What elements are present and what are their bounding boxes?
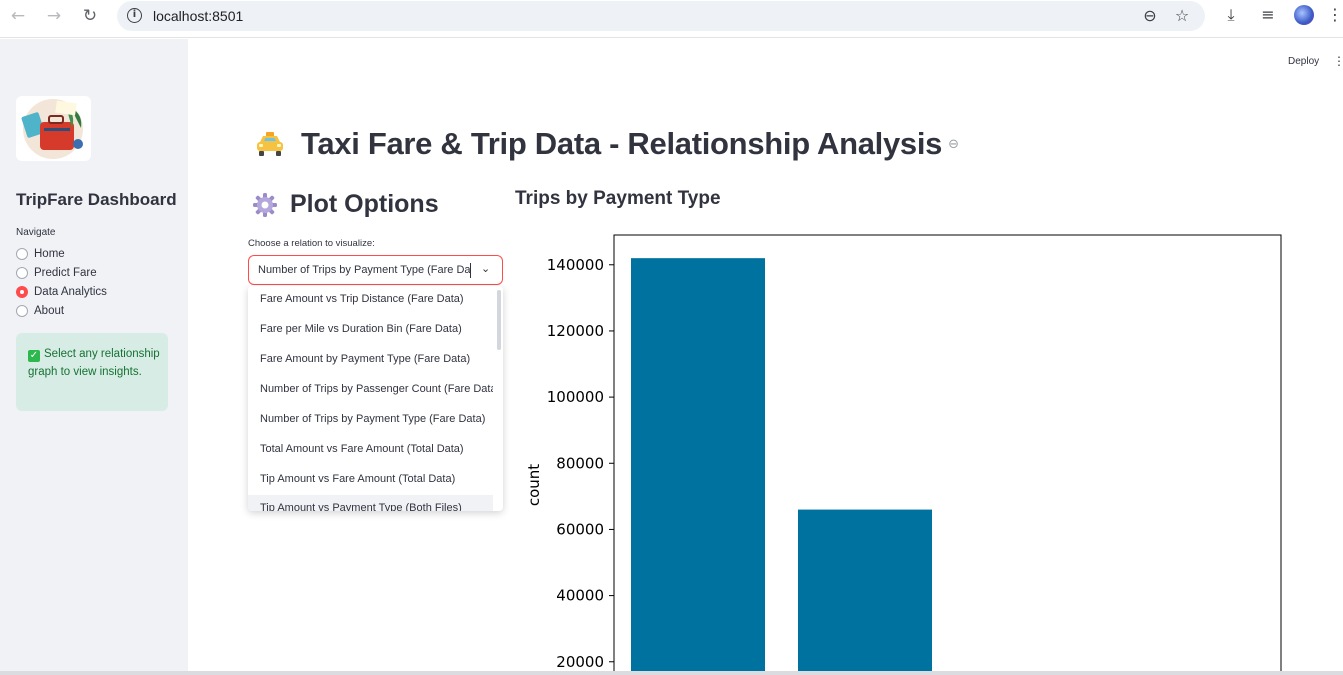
bottom-edge [0,671,1343,675]
site-info-icon[interactable]: i [127,8,142,23]
radio-circle-icon[interactable] [16,305,28,317]
radio-selected-icon[interactable] [16,286,28,298]
forward-icon[interactable]: → [42,6,66,26]
app-logo [16,96,91,161]
main-menu-icon[interactable]: ⋮ [1333,54,1343,68]
y-tick-label: 80000 [556,454,604,472]
profile-avatar[interactable] [1294,5,1314,25]
url-text[interactable]: localhost:8501 [153,8,243,24]
bookmark-star-icon[interactable]: ☆ [1172,6,1192,26]
dropdown-option[interactable]: Fare Amount vs Trip Distance (Fare Data) [248,286,493,316]
radio-circle-icon[interactable] [16,267,28,279]
browser-menu-icon[interactable]: ⋮ [1327,5,1343,25]
reload-icon[interactable]: ↻ [78,6,102,26]
nav-radio-home[interactable]: Home [16,246,65,262]
y-axis-label: count [525,464,543,506]
download-icon[interactable]: ⤓ [1220,5,1242,25]
bar [631,258,765,671]
taxi-icon [257,132,283,156]
nav-radio-data-analytics[interactable]: Data Analytics [16,284,107,300]
anchor-link-icon[interactable]: ⊖ [948,137,959,152]
y-tick-label: 40000 [556,587,604,605]
chart-heading: Trips by Payment Type [515,188,721,209]
dropdown-option[interactable]: Tip Amount vs Fare Amount (Total Data) [248,466,493,496]
browser-toolbar: ← → ↻ i localhost:8501 ⊖ ☆ ⤓ ≡ ⋮ [0,0,1343,38]
address-bar[interactable]: i localhost:8501 ⊖ ☆ [117,1,1205,31]
sidebar-title: TripFare Dashboard [16,190,177,209]
info-alert-text: Select any relationship graph to view in… [28,348,160,378]
select-value[interactable]: Number of Trips by Payment Type (Fare Da… [258,264,470,276]
y-tick-label: 20000 [556,653,604,671]
chevron-down-icon[interactable]: ⌄ [481,262,490,275]
gear-icon [253,192,277,217]
dropdown-option[interactable]: Total Amount vs Fare Amount (Total Data) [248,436,493,466]
page-title-text: Taxi Fare & Trip Data - Relationship Ana… [301,126,943,161]
page-title: Taxi Fare & Trip Data - Relationship Ana… [255,126,959,162]
nav-radio-about[interactable]: About [16,303,64,319]
nav-radio-label: About [34,305,65,317]
deploy-button[interactable]: Deploy [1288,56,1319,67]
text-caret [470,263,471,278]
dropdown-option[interactable]: Fare per Mile vs Duration Bin (Fare Data… [248,316,493,346]
zoom-icon[interactable]: ⊖ [1140,6,1160,26]
checkbox-icon: ✓ [28,350,40,362]
bar-chart: count 20000 40000 60000 80000 100000 120000 14… [525,234,1282,671]
y-tick-label: 140000 [547,256,604,274]
dropdown-option[interactable]: Number of Trips by Payment Type (Fare Da… [248,406,493,436]
radio-circle-icon[interactable] [16,248,28,260]
select-label: Choose a relation to visualize: [248,238,375,249]
y-tick-label: 100000 [547,388,604,406]
media-queue-icon[interactable]: ≡ [1257,5,1279,25]
plot-options-heading: Plot Options [252,190,439,219]
nav-radio-predict-fare[interactable]: Predict Fare [16,265,97,281]
dropdown-option[interactable]: Number of Trips by Passenger Count (Fare… [248,376,493,406]
nav-radio-label: Data Analytics [34,286,107,298]
nav-radio-label: Predict Fare [34,267,97,279]
select-dropdown-menu: Fare Amount vs Trip Distance (Fare Data)… [248,286,503,511]
navigate-label: Navigate [16,227,56,238]
y-tick-label: 60000 [556,520,604,538]
back-icon[interactable]: ← [6,6,30,26]
dropdown-option[interactable]: Fare Amount by Payment Type (Fare Data) [248,346,493,376]
info-alert: ✓ Select any relationship graph to view i… [16,333,168,411]
y-tick-label: 120000 [547,322,604,340]
plot-options-title: Plot Options [290,190,439,218]
sidebar: TripFare Dashboard Navigate Home Predict… [0,39,188,675]
nav-radio-label: Home [34,248,65,260]
dropdown-option-highlighted[interactable]: Tip Amount vs Payment Type (Both Files) [248,495,493,511]
bar [798,509,932,671]
relation-select[interactable]: Number of Trips by Payment Type (Fare Da… [248,255,503,285]
dropdown-scrollbar[interactable] [497,290,501,350]
